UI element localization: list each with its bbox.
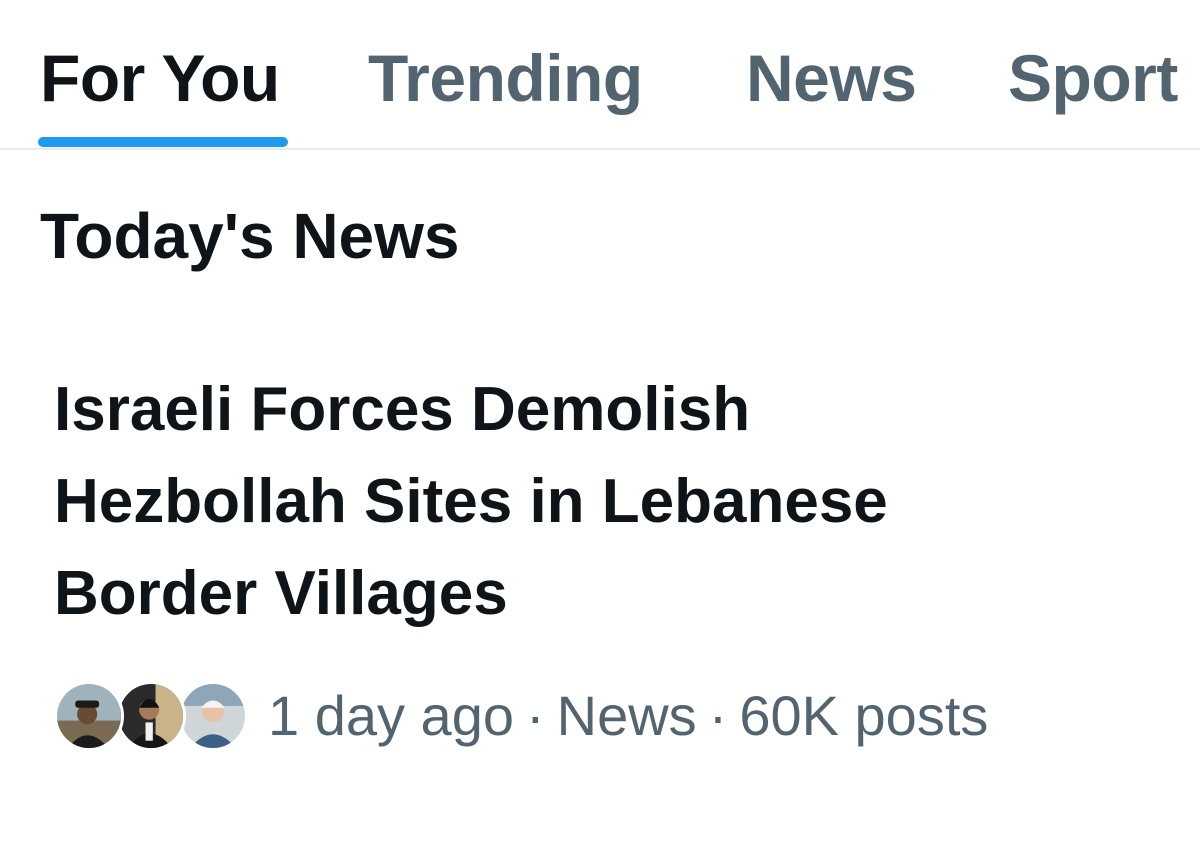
avatar bbox=[116, 681, 186, 751]
avatar-person-dark-suit-icon bbox=[119, 684, 183, 748]
story-headline[interactable]: Israeli Forces Demolish Hezbollah Sites … bbox=[54, 364, 1154, 640]
explore-page: For You Trending News Sport Today's News… bbox=[0, 0, 1200, 843]
avatar-person-hat-icon bbox=[57, 684, 121, 748]
headline-line: Israeli Forces Demolish bbox=[54, 375, 751, 444]
meta-separator: · bbox=[525, 684, 545, 747]
headline-line: Border Villages bbox=[54, 559, 508, 628]
story-time: 1 day ago bbox=[268, 684, 514, 747]
story-meta-row: 1 day ago · News · 60K posts bbox=[54, 676, 988, 756]
story-post-count: 60K posts bbox=[739, 684, 989, 747]
meta-separator: · bbox=[708, 684, 728, 747]
explore-tab-bar: For You Trending News Sport bbox=[0, 0, 1200, 150]
tab-news[interactable]: News bbox=[746, 38, 917, 118]
story-category: News bbox=[556, 684, 697, 747]
avatar bbox=[178, 681, 248, 751]
tab-for-you[interactable]: For You bbox=[40, 38, 280, 118]
headline-line: Hezbollah Sites in Lebanese bbox=[54, 467, 888, 536]
tab-trending[interactable]: Trending bbox=[368, 38, 643, 118]
active-tab-indicator bbox=[38, 137, 288, 147]
section-title: Today's News bbox=[40, 200, 460, 272]
avatar bbox=[54, 681, 124, 751]
tab-sport[interactable]: Sport bbox=[1008, 38, 1178, 118]
avatar-stack bbox=[54, 679, 254, 753]
story-meta-text: 1 day ago · News · 60K posts bbox=[268, 676, 988, 756]
avatar-person-white-hair-icon bbox=[181, 684, 245, 748]
